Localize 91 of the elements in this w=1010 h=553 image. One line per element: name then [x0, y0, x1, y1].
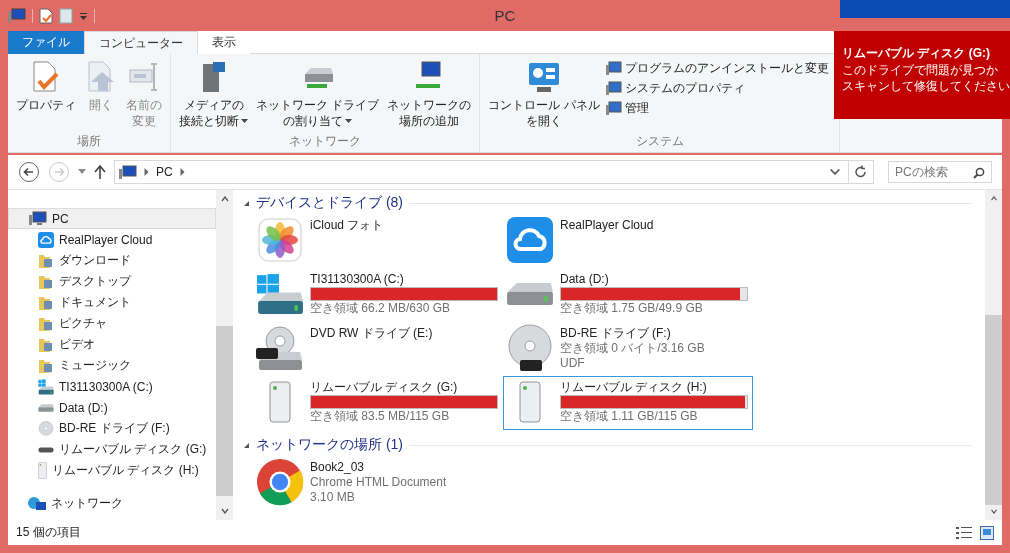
- ribbon-small-button[interactable]: システムのプロパティ: [605, 80, 829, 97]
- sidebar-item[interactable]: Data (D:): [8, 397, 216, 418]
- removable-drive-icon: [269, 381, 291, 423]
- sidebar-item[interactable]: ダウンロード: [8, 250, 216, 271]
- disc-icon: [38, 420, 54, 437]
- hard-drive-icon: [506, 282, 554, 306]
- search-field[interactable]: PCの検索: [888, 161, 992, 183]
- scrollbar[interactable]: [985, 190, 1002, 520]
- breadcrumb[interactable]: PC: [156, 165, 173, 179]
- chevron-icon[interactable]: [144, 168, 149, 176]
- group-label: システム: [634, 133, 685, 150]
- ribbon-button[interactable]: プロパティ: [12, 58, 80, 133]
- sidebar-item[interactable]: ビデオ: [8, 334, 216, 355]
- collapse-icon[interactable]: [243, 441, 250, 449]
- sidebar-item[interactable]: ピクチャ: [8, 313, 216, 334]
- details-view-icon[interactable]: [956, 525, 972, 540]
- card-reader-icon: [38, 446, 54, 453]
- removable-drive-icon: [519, 381, 541, 423]
- file-tab[interactable]: ファイル: [8, 31, 84, 54]
- sidebar-item[interactable]: リムーバブル ディスク (H:): [8, 460, 216, 481]
- control-panel-icon: [527, 60, 561, 94]
- sidebar-item[interactable]: ドキュメント: [8, 292, 216, 313]
- drive-tile[interactable]: iCloud フォト: [253, 214, 503, 268]
- section-header[interactable]: デバイスとドライブ (8): [256, 194, 403, 212]
- chevron-icon[interactable]: [179, 168, 185, 176]
- network-icon: [28, 495, 46, 512]
- cloud-app-icon: [507, 217, 553, 263]
- group-label: ネットワーク: [288, 133, 363, 150]
- sidebar-item[interactable]: デスクトップ: [8, 271, 216, 292]
- sidebar-item[interactable]: BD-RE ドライブ (F:): [8, 418, 216, 439]
- address-bar[interactable]: PC: [114, 160, 849, 184]
- computer-icon[interactable]: [8, 7, 26, 24]
- group-label: 場所: [76, 133, 102, 150]
- window-title: PC: [494, 7, 516, 24]
- scrollbar[interactable]: [216, 190, 233, 520]
- dvd-drive-icon: [256, 324, 304, 372]
- ribbon-small-button[interactable]: プログラムのアンインストールと変更: [605, 60, 829, 77]
- sidebar-item[interactable]: TI31130300A (C:): [8, 376, 216, 397]
- computer-icon: [605, 101, 622, 116]
- scroll-down-icon[interactable]: [989, 509, 998, 514]
- ribbon-small-button[interactable]: 管理: [605, 100, 829, 117]
- sidebar-item[interactable]: ミュージック: [8, 355, 216, 376]
- windows-drive-icon: [38, 378, 54, 395]
- back-icon[interactable]: [18, 161, 40, 183]
- hard-drive-icon: [38, 403, 54, 412]
- computer-icon: [29, 210, 47, 227]
- sidebar-item[interactable]: ネットワーク: [8, 493, 216, 514]
- notification[interactable]: リムーバブル ディスク (G:) このドライブで問題が見つか スキャンして修復してください: [834, 31, 1010, 119]
- history-caret-icon[interactable]: [78, 169, 86, 175]
- scroll-up-icon[interactable]: [989, 196, 998, 201]
- refresh-icon: [854, 165, 868, 179]
- dropdown-icon[interactable]: [830, 169, 840, 175]
- drive-tile[interactable]: TI31130300A (C:) 空き領域 66.2 MB/630 GB: [253, 268, 503, 322]
- drive-tile[interactable]: リムーバブル ディスク (H:) 空き領域 1.11 GB/115 GB: [503, 376, 753, 430]
- notification-text: このドライブで問題が見つか: [842, 63, 999, 78]
- ribbon-button[interactable]: コントロール パネル を開く: [484, 58, 604, 133]
- scroll-up-icon[interactable]: [220, 196, 229, 202]
- chrome-icon: [256, 457, 304, 507]
- properties-icon[interactable]: [39, 7, 53, 24]
- ribbon-button[interactable]: メディアの 接続と切断: [175, 58, 252, 133]
- section-header[interactable]: ネットワークの場所 (1): [256, 436, 403, 454]
- notification-title: リムーバブル ディスク (G:): [842, 45, 991, 62]
- drive-tile[interactable]: DVD RW ドライブ (E:): [253, 322, 503, 376]
- sidebar-item[interactable]: RealPlayer Cloud: [8, 229, 216, 250]
- sidebar-item[interactable]: リムーバブル ディスク (G:): [8, 439, 216, 460]
- drive-tile[interactable]: RealPlayer Cloud: [503, 214, 753, 268]
- drive-tile[interactable]: BD-RE ドライブ (F:) 空き領域 0 バイト/3.16 GB UDF: [503, 322, 753, 376]
- item-count: 15 個の項目: [16, 524, 81, 541]
- scroll-down-icon[interactable]: [220, 508, 229, 514]
- cloud-app-icon: [38, 231, 54, 248]
- removable-drive-icon: [38, 462, 47, 479]
- ribbon-button[interactable]: ネットワーク ドライブ の割り当て: [252, 58, 384, 133]
- dropdown-icon[interactable]: [79, 10, 88, 21]
- computer-icon: [119, 164, 137, 180]
- computer-icon: [605, 61, 622, 76]
- up-arrow-icon[interactable]: [94, 165, 106, 179]
- search-icon[interactable]: [973, 167, 985, 179]
- disc-icon: [506, 324, 554, 372]
- tiles-view-icon[interactable]: [980, 525, 994, 540]
- ribbon-tab[interactable]: コンピューター: [84, 31, 198, 54]
- drive-tile[interactable]: リムーバブル ディスク (G:) 空き領域 83.5 MB/115 GB: [253, 376, 503, 430]
- refresh-button[interactable]: [848, 160, 874, 184]
- collapse-icon[interactable]: [243, 199, 250, 207]
- photos-app-icon: [258, 218, 302, 262]
- notification-text: スキャンして修復してください: [842, 79, 1010, 94]
- ribbon-button[interactable]: ネットワークの 場所の追加: [383, 58, 476, 133]
- drive-tile[interactable]: Data (D:) 空き領域 1.75 GB/49.9 GB: [503, 268, 753, 322]
- sidebar-item[interactable]: PC: [8, 208, 216, 229]
- windows-drive-icon: [256, 273, 304, 315]
- drive-tile[interactable]: Book2_03 Chrome HTML Document 3.10 MB: [253, 456, 503, 510]
- computer-icon: [605, 81, 622, 96]
